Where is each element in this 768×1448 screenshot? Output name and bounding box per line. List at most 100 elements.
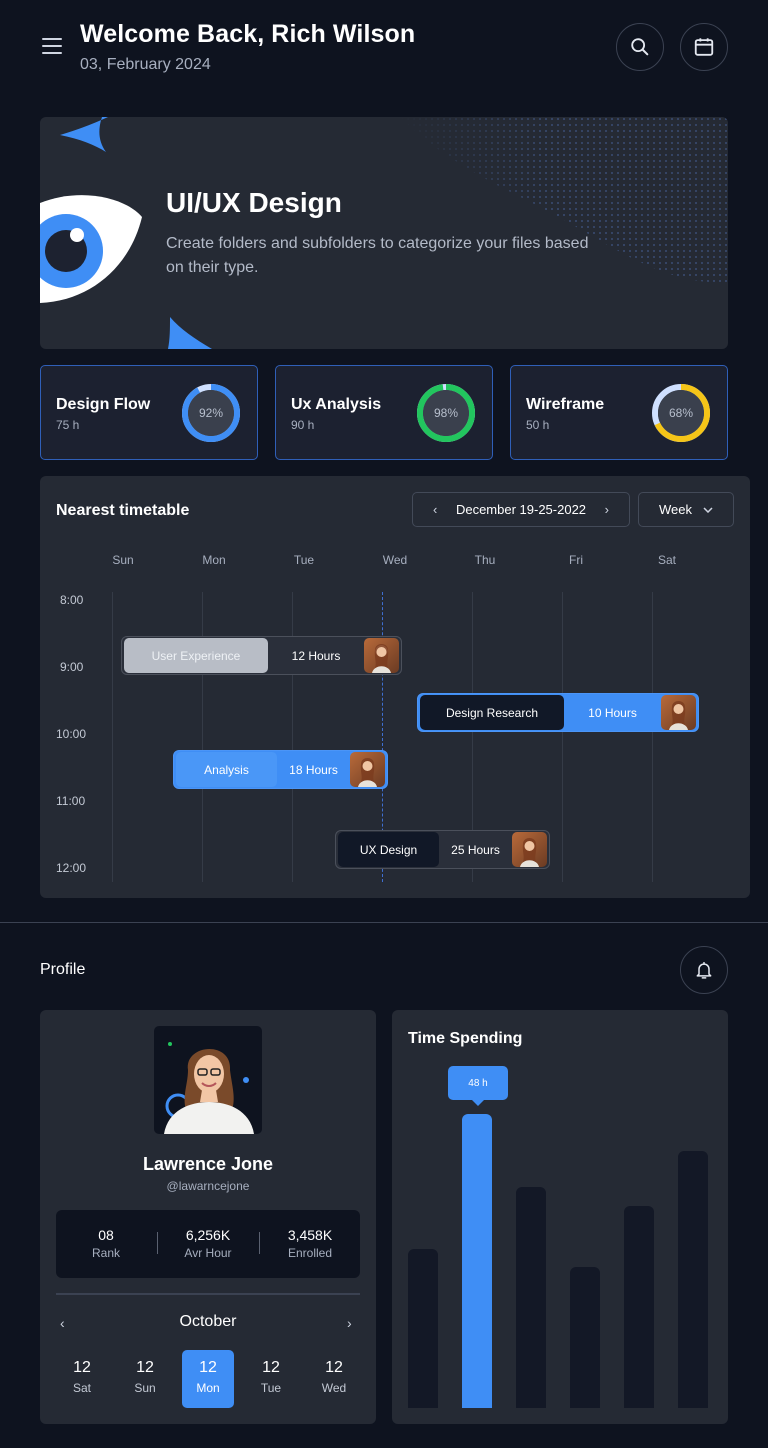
calendar-month: October bbox=[179, 1313, 237, 1330]
day-header: Sun bbox=[112, 553, 134, 567]
event-name: UX Design bbox=[338, 832, 439, 867]
header-date: 03, February 2024 bbox=[80, 56, 211, 73]
day-header: Tue bbox=[293, 553, 315, 567]
bell-icon bbox=[696, 962, 712, 979]
stat-card-wireframe[interactable]: Wireframe 50 h 68% bbox=[510, 365, 728, 460]
time-label: 10:00 bbox=[56, 727, 87, 741]
day-header: Sat bbox=[657, 553, 676, 567]
calendar-day-selected[interactable]: 12 Mon bbox=[182, 1350, 234, 1408]
day-weekday: Tue bbox=[260, 1381, 282, 1395]
progress-percent: 68% bbox=[668, 406, 694, 420]
stat-title: Wireframe bbox=[526, 396, 605, 413]
event-ux-design[interactable]: UX Design 25 Hours bbox=[335, 830, 550, 869]
time-spending-bar[interactable] bbox=[678, 1151, 708, 1408]
time-spending-chart: 48 h bbox=[392, 1010, 728, 1424]
event-name: User Experience bbox=[124, 638, 268, 673]
time-spending-bar[interactable] bbox=[462, 1114, 492, 1408]
calendar-day[interactable]: 12 Tue bbox=[245, 1350, 297, 1408]
event-name: Analysis bbox=[176, 752, 277, 787]
event-user-experience[interactable]: User Experience 12 Hours bbox=[121, 636, 402, 675]
event-hours: 25 Hours bbox=[451, 842, 500, 857]
stat-enrolled: 3,458K Enrolled bbox=[260, 1227, 360, 1260]
day-header: Wed bbox=[382, 553, 408, 567]
time-label: 12:00 bbox=[56, 861, 87, 875]
stat-card-design-flow[interactable]: Design Flow 75 h 92% bbox=[40, 365, 258, 460]
calendar-button[interactable] bbox=[680, 23, 728, 71]
progress-percent: 98% bbox=[433, 406, 459, 420]
date-range-label: December 19-25-2022 bbox=[455, 502, 587, 517]
timetable-panel: Nearest timetable ‹ December 19-25-2022 … bbox=[40, 476, 750, 898]
day-weekday: Mon bbox=[196, 1381, 220, 1395]
stat-title: Ux Analysis bbox=[291, 396, 382, 413]
stat-label: Avr Hour bbox=[184, 1246, 232, 1260]
stat-card-ux-analysis[interactable]: Ux Analysis 90 h 98% bbox=[275, 365, 493, 460]
calendar-day[interactable]: 12 Wed bbox=[308, 1350, 360, 1408]
stat-rank: 08 Rank bbox=[56, 1227, 156, 1260]
event-design-research[interactable]: Design Research 10 Hours bbox=[417, 693, 699, 732]
day-weekday: Wed bbox=[321, 1381, 347, 1395]
day-number: 12 bbox=[73, 1359, 91, 1376]
day-header: Thu bbox=[474, 553, 496, 567]
time-spending-card: Time Spending 48 h bbox=[392, 1010, 728, 1424]
course-hero-banner[interactable]: UI/UX Design Create folders and subfolde… bbox=[40, 117, 728, 349]
hero-title: UI/UX Design bbox=[166, 187, 342, 218]
grid-line bbox=[562, 592, 563, 882]
profile-name: Lawrence Jone bbox=[142, 1154, 274, 1174]
time-spending-bar[interactable] bbox=[408, 1249, 438, 1408]
calendar-icon bbox=[694, 38, 714, 56]
chevron-right-icon[interactable]: › bbox=[605, 502, 609, 517]
time-label: 8:00 bbox=[60, 593, 84, 607]
grid-line bbox=[112, 592, 113, 882]
profile-section-title: Profile bbox=[40, 961, 86, 978]
calendar-day[interactable]: 12 Sun bbox=[119, 1350, 171, 1408]
progress-percent: 92% bbox=[198, 406, 224, 420]
stat-label: Enrolled bbox=[287, 1246, 333, 1260]
notification-button[interactable] bbox=[680, 946, 728, 994]
avatar bbox=[512, 832, 547, 867]
calendar-day[interactable]: 12 Sat bbox=[56, 1350, 108, 1408]
time-spending-bar[interactable] bbox=[624, 1206, 654, 1408]
avatar bbox=[350, 752, 385, 787]
day-number: 12 bbox=[136, 1359, 154, 1376]
time-spending-bar[interactable] bbox=[570, 1267, 600, 1408]
calendar-divider bbox=[56, 1293, 360, 1295]
chevron-right-icon[interactable]: › bbox=[347, 1315, 352, 1331]
progress-ring: 68% bbox=[651, 383, 711, 443]
day-header: Fri bbox=[569, 553, 583, 567]
progress-ring: 98% bbox=[416, 383, 476, 443]
grid-line bbox=[652, 592, 653, 882]
hero-description: Create folders and subfolders to categor… bbox=[166, 235, 589, 276]
profile-card: Lawrence Jone @lawarncejone 08 Rank 6,25… bbox=[40, 1010, 376, 1424]
time-spending-bar[interactable] bbox=[516, 1187, 546, 1408]
bar-tooltip: 48 h bbox=[448, 1066, 508, 1106]
avatar bbox=[364, 638, 399, 673]
day-header: Mon bbox=[202, 553, 226, 567]
event-analysis[interactable]: Analysis 18 Hours bbox=[173, 750, 388, 789]
stat-hours: 90 h bbox=[291, 418, 315, 432]
section-divider bbox=[0, 922, 768, 923]
stat-value: 08 bbox=[98, 1227, 114, 1243]
chevron-left-icon[interactable]: ‹ bbox=[433, 502, 437, 517]
profile-photo bbox=[154, 1026, 262, 1134]
stat-value: 6,256K bbox=[185, 1227, 231, 1243]
menu-icon[interactable] bbox=[42, 38, 62, 56]
progress-ring: 92% bbox=[181, 383, 241, 443]
view-dropdown[interactable]: Week bbox=[638, 492, 734, 527]
day-number: 12 bbox=[325, 1359, 343, 1376]
stat-label: Rank bbox=[91, 1246, 120, 1260]
day-number: 12 bbox=[262, 1359, 280, 1376]
search-button[interactable] bbox=[616, 23, 664, 71]
date-range-selector[interactable]: ‹ December 19-25-2022 › bbox=[412, 492, 630, 527]
day-number: 12 bbox=[199, 1359, 217, 1376]
stat-hours: 50 h bbox=[526, 418, 550, 432]
avatar bbox=[661, 695, 696, 730]
event-hours: 10 Hours bbox=[588, 705, 637, 720]
stat-avr-hour: 6,256K Avr Hour bbox=[158, 1227, 258, 1260]
time-label: 9:00 bbox=[60, 660, 84, 674]
day-weekday: Sun bbox=[134, 1381, 156, 1395]
event-hours: 12 Hours bbox=[291, 648, 341, 663]
time-label: 11:00 bbox=[56, 794, 86, 808]
profile-handle: @lawarncejone bbox=[166, 1179, 250, 1193]
event-name: Design Research bbox=[420, 695, 564, 730]
day-weekday: Sat bbox=[72, 1381, 91, 1395]
